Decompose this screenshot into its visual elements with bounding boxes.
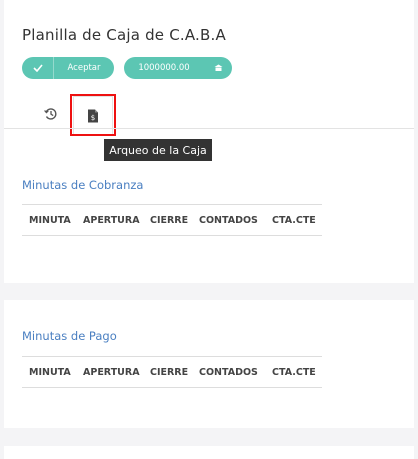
column-header: CTA.CTE (272, 214, 316, 226)
tabs-divider (4, 128, 414, 129)
column-header: CONTADOS (199, 214, 258, 226)
page-title: Planilla de Caja de C.A.B.A (22, 26, 226, 44)
cobranza-title: Minutas de Cobranza (22, 178, 144, 192)
bottom-card (4, 446, 414, 459)
column-header: CIERRE (150, 366, 189, 378)
column-header: CIERRE (150, 214, 189, 226)
column-header: APERTURA (83, 366, 140, 378)
column-header: MINUTA (29, 214, 71, 226)
history-icon (44, 108, 57, 120)
arqueo-tooltip: Arqueo de la Caja (104, 139, 212, 161)
pago-title: Minutas de Pago (22, 329, 117, 343)
column-header: CTA.CTE (272, 366, 316, 378)
aceptar-button[interactable]: Aceptar (22, 57, 114, 79)
column-header: CONTADOS (199, 366, 258, 378)
column-header: APERTURA (83, 214, 140, 226)
column-header: MINUTA (29, 366, 71, 378)
bank-icon (204, 57, 232, 79)
amount-value: 1000000.00 (138, 63, 190, 73)
amount-badge[interactable]: 1000000.00 (124, 57, 232, 79)
history-tab[interactable] (40, 104, 62, 124)
check-icon (22, 57, 54, 79)
selection-highlight (70, 94, 116, 136)
aceptar-label: Aceptar (67, 63, 101, 73)
cobranza-table-header: MINUTA APERTURA CIERRE CONTADOS CTA.CTE (22, 204, 322, 236)
pago-table-header: MINUTA APERTURA CIERRE CONTADOS CTA.CTE (22, 356, 322, 388)
